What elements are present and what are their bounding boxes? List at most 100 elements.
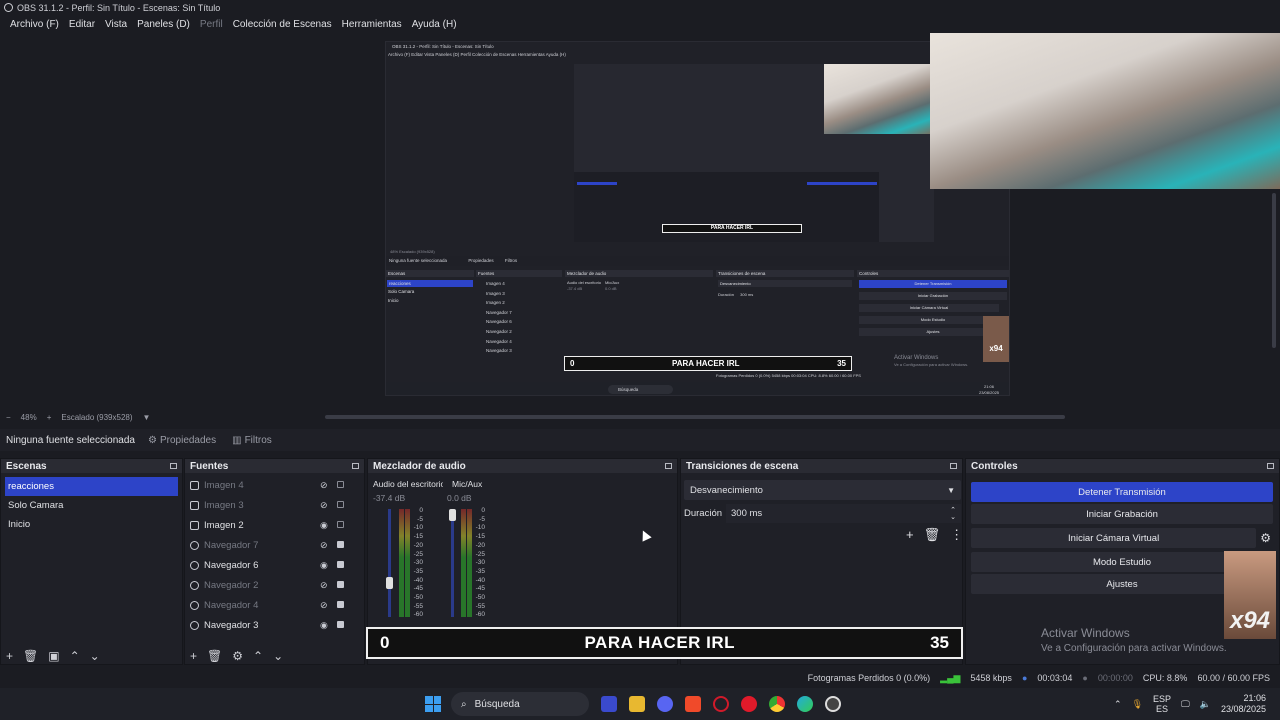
source-item[interactable]: Navegador 7 ⊘ xyxy=(185,535,364,555)
undock-icon[interactable] xyxy=(170,463,177,469)
eye-icon[interactable]: ◉ xyxy=(320,560,328,571)
scene-item-inicio[interactable]: Inicio xyxy=(5,515,178,534)
move-down-icon[interactable]: ⌄ xyxy=(273,649,283,663)
windows-taskbar: ⌕ Búsqueda ⌃ 🎙 ESP ES 🖵 🔈 21:06 23/08/2025 xyxy=(0,688,1280,720)
menu-coleccion-escenas[interactable]: Colección de Escenas xyxy=(228,19,337,30)
overlay-text: PARA HACER IRL xyxy=(584,633,736,652)
source-item[interactable]: Imagen 2 ◉ xyxy=(185,515,364,535)
eye-icon[interactable]: ◉ xyxy=(320,520,328,531)
eye-icon[interactable]: ◉ xyxy=(320,620,328,631)
undock-icon[interactable] xyxy=(950,463,957,469)
source-item[interactable]: Imagen 4 ⊘ xyxy=(185,475,364,495)
menu-vista[interactable]: Vista xyxy=(100,19,132,30)
scene-filters-icon[interactable]: ▣ xyxy=(48,649,59,663)
undock-icon[interactable] xyxy=(665,463,672,469)
sources-dock: Fuentes Imagen 4 ⊘ Imagen 3 ⊘ Imagen 2 ◉ Na… xyxy=(184,458,365,665)
clock[interactable]: 21:06 23/08/2025 xyxy=(1221,693,1266,715)
volume-icon[interactable]: 🔈 xyxy=(1200,699,1211,710)
nested-activate: Activar Windows xyxy=(894,355,939,361)
lock-icon[interactable] xyxy=(337,541,344,548)
menu-bar: Archivo (F) Editar Vista Paneles (D) Per… xyxy=(0,15,1280,33)
menu-ayuda[interactable]: Ayuda (H) xyxy=(407,19,462,30)
brave-icon[interactable] xyxy=(685,696,701,712)
folder-icon[interactable] xyxy=(629,696,645,712)
preview-canvas[interactable]: OBS 31.1.2 - Perfil: Sin Título - Escena… xyxy=(0,33,1280,410)
mixer-channel-mic-db: 0.0 dB xyxy=(447,493,472,503)
unlock-icon[interactable] xyxy=(337,501,344,508)
discord-icon[interactable] xyxy=(657,696,673,712)
menu-archivo[interactable]: Archivo (F) xyxy=(5,19,64,30)
nested-ctl-2: Iniciar Grabación xyxy=(859,292,1007,300)
lock-icon[interactable] xyxy=(337,621,344,628)
stop-streaming-button[interactable]: Detener Transmisión xyxy=(971,482,1273,502)
unlock-icon[interactable] xyxy=(337,481,344,488)
add-source-button[interactable]: + xyxy=(190,649,197,663)
eye-hidden-icon[interactable]: ⊘ xyxy=(320,540,328,551)
mic-volume-slider[interactable] xyxy=(451,509,454,617)
language-indicator[interactable]: ESP ES xyxy=(1153,694,1171,714)
eye-hidden-icon[interactable]: ⊘ xyxy=(320,580,328,591)
remove-scene-icon[interactable]: 🗑 xyxy=(23,649,38,663)
menu-paneles[interactable]: Paneles (D) xyxy=(132,19,195,30)
network-icon[interactable]: 🖵 xyxy=(1181,699,1190,710)
obs-taskbar-icon[interactable] xyxy=(825,696,841,712)
unlock-icon[interactable] xyxy=(337,521,344,528)
move-down-icon[interactable]: ⌄ xyxy=(90,649,100,663)
zoom-in-button[interactable]: + xyxy=(47,413,52,422)
undock-icon[interactable] xyxy=(352,463,359,469)
app-icon[interactable] xyxy=(601,696,617,712)
microphone-icon[interactable]: 🎙 xyxy=(1132,699,1143,710)
transition-select[interactable]: Desvanecimiento ▼ xyxy=(684,480,961,500)
menu-editar[interactable]: Editar xyxy=(64,19,100,30)
eye-hidden-icon[interactable]: ⊘ xyxy=(320,480,328,491)
eye-hidden-icon[interactable]: ⊘ xyxy=(320,500,328,511)
start-recording-button[interactable]: Iniciar Grabación xyxy=(971,504,1273,524)
edge-icon[interactable] xyxy=(797,696,813,712)
nested-overlay-right: 35 xyxy=(837,359,846,368)
lock-icon[interactable] xyxy=(337,561,344,568)
eye-hidden-icon[interactable]: ⊘ xyxy=(320,600,328,611)
taskbar-search[interactable]: ⌕ Búsqueda xyxy=(451,692,589,716)
zoom-out-button[interactable]: − xyxy=(6,413,11,422)
start-virtual-camera-button[interactable]: Iniciar Cámara Virtual xyxy=(971,528,1257,548)
scale-dropdown-icon[interactable]: ▼ xyxy=(143,413,151,422)
lock-icon[interactable] xyxy=(337,601,344,608)
remove-transition-icon[interactable]: 🗑 xyxy=(924,527,941,543)
source-properties-icon[interactable]: ⚙ xyxy=(232,649,243,663)
scenes-title: Escenas xyxy=(6,460,47,472)
preview-vscroll[interactable] xyxy=(1272,193,1276,348)
windows-start-icon[interactable] xyxy=(425,696,441,712)
mic-volume-handle[interactable] xyxy=(449,509,456,521)
add-scene-button[interactable]: + xyxy=(6,649,13,663)
chevron-up-icon[interactable]: ⌃ xyxy=(1114,699,1122,710)
virtual-camera-settings-icon[interactable]: ⚙ xyxy=(1260,531,1271,545)
undock-icon[interactable] xyxy=(1267,463,1274,469)
desktop-volume-slider[interactable] xyxy=(388,509,391,617)
source-item[interactable]: Imagen 3 ⊘ xyxy=(185,495,364,515)
opera-icon[interactable] xyxy=(741,696,757,712)
source-item[interactable]: Navegador 4 ⊘ xyxy=(185,595,364,615)
menu-herramientas[interactable]: Herramientas xyxy=(337,19,407,30)
desktop-volume-handle[interactable] xyxy=(386,577,393,589)
move-up-icon[interactable]: ⌃ xyxy=(70,649,80,663)
opera-gx-icon[interactable] xyxy=(713,696,729,712)
duration-input[interactable]: 300 ms ⌃ ⌄ xyxy=(726,504,961,523)
filters-button[interactable]: ▥ Filtros xyxy=(224,435,280,446)
scene-item-reacciones[interactable]: reacciones xyxy=(5,477,178,496)
preview-hscroll[interactable] xyxy=(325,415,1065,419)
stream-time: 00:03:04 xyxy=(1037,673,1073,683)
source-item[interactable]: Navegador 2 ⊘ xyxy=(185,575,364,595)
source-item[interactable]: Navegador 3 ◉ xyxy=(185,615,364,635)
chrome-icon[interactable] xyxy=(769,696,785,712)
remove-source-icon[interactable]: 🗑 xyxy=(207,649,222,663)
nested-source: Imagen 3 xyxy=(486,290,505,296)
add-transition-button[interactable]: + xyxy=(906,527,914,543)
chevron-down-icon: ▼ xyxy=(947,485,955,495)
source-item[interactable]: Navegador 6 ◉ xyxy=(185,555,364,575)
spinner-icon[interactable]: ⌃ ⌄ xyxy=(950,507,956,521)
scene-item-solo-camara[interactable]: Solo Camara xyxy=(5,496,178,515)
properties-button[interactable]: ⚙ Propiedades xyxy=(140,435,224,446)
lock-icon[interactable] xyxy=(337,581,344,588)
move-up-icon[interactable]: ⌃ xyxy=(253,649,263,663)
more-options-icon[interactable]: ⋮ xyxy=(950,527,963,543)
